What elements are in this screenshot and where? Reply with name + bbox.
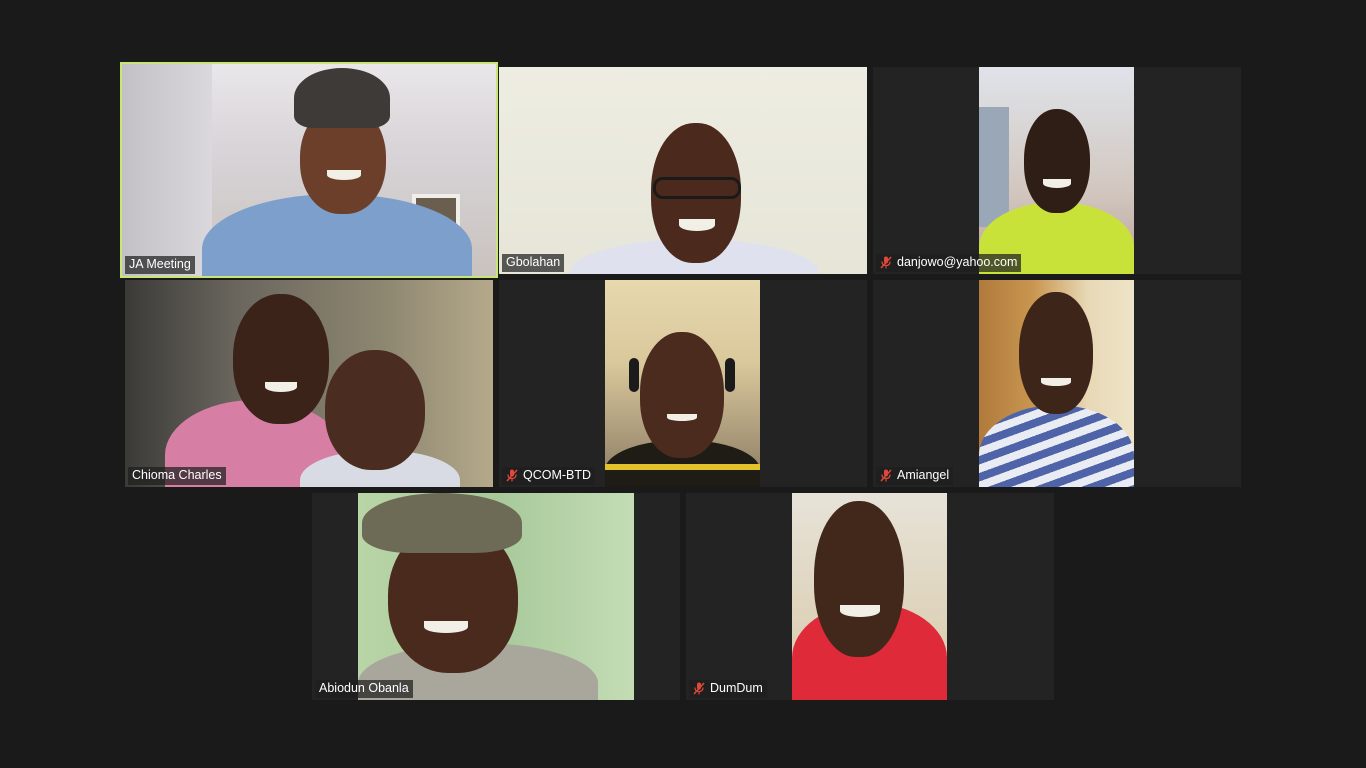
video-tile-qcom-btd[interactable]: QCOM-BTD bbox=[499, 280, 867, 487]
participant-name-tag: Gbolahan bbox=[502, 254, 565, 272]
participant-video bbox=[499, 67, 867, 274]
video-tile-dumdum[interactable]: DumDum bbox=[686, 493, 1054, 700]
participant-video bbox=[358, 493, 634, 700]
participant-name: Amiangel bbox=[897, 468, 950, 482]
participant-video bbox=[979, 280, 1134, 487]
video-tile-ja-meeting[interactable]: JA Meeting bbox=[120, 62, 498, 278]
participant-name-tag: Amiangel bbox=[876, 467, 954, 485]
video-tile-chioma-charles[interactable]: Chioma Charles bbox=[125, 280, 493, 487]
participant-name: Gbolahan bbox=[506, 255, 561, 269]
participant-name: danjowo@yahoo.com bbox=[897, 255, 1018, 269]
participant-name-tag: QCOM-BTD bbox=[502, 467, 596, 485]
participant-name-tag: danjowo@yahoo.com bbox=[876, 254, 1022, 272]
participant-name: JA Meeting bbox=[129, 257, 191, 271]
microphone-muted-icon bbox=[693, 682, 705, 695]
participant-name: Chioma Charles bbox=[132, 468, 222, 482]
participant-video bbox=[122, 64, 496, 276]
participant-name-tag: DumDum bbox=[689, 680, 767, 698]
participant-name: QCOM-BTD bbox=[523, 468, 592, 482]
participant-name-tag: JA Meeting bbox=[125, 256, 195, 274]
microphone-muted-icon bbox=[506, 469, 518, 482]
participant-video bbox=[792, 493, 947, 700]
video-tile-danjowo[interactable]: danjowo@yahoo.com bbox=[873, 67, 1241, 274]
video-tile-abiodun-obanla[interactable]: Abiodun Obanla bbox=[312, 493, 680, 700]
participant-video bbox=[979, 67, 1134, 274]
microphone-muted-icon bbox=[880, 256, 892, 269]
participant-video bbox=[605, 280, 760, 487]
participant-name: Abiodun Obanla bbox=[319, 681, 409, 695]
participant-name: DumDum bbox=[710, 681, 763, 695]
microphone-muted-icon bbox=[880, 469, 892, 482]
participant-name-tag: Abiodun Obanla bbox=[315, 680, 413, 698]
video-tile-amiangel[interactable]: Amiangel bbox=[873, 280, 1241, 487]
participant-name-tag: Chioma Charles bbox=[128, 467, 226, 485]
participant-video bbox=[125, 280, 493, 487]
video-tile-gbolahan[interactable]: Gbolahan bbox=[499, 67, 867, 274]
